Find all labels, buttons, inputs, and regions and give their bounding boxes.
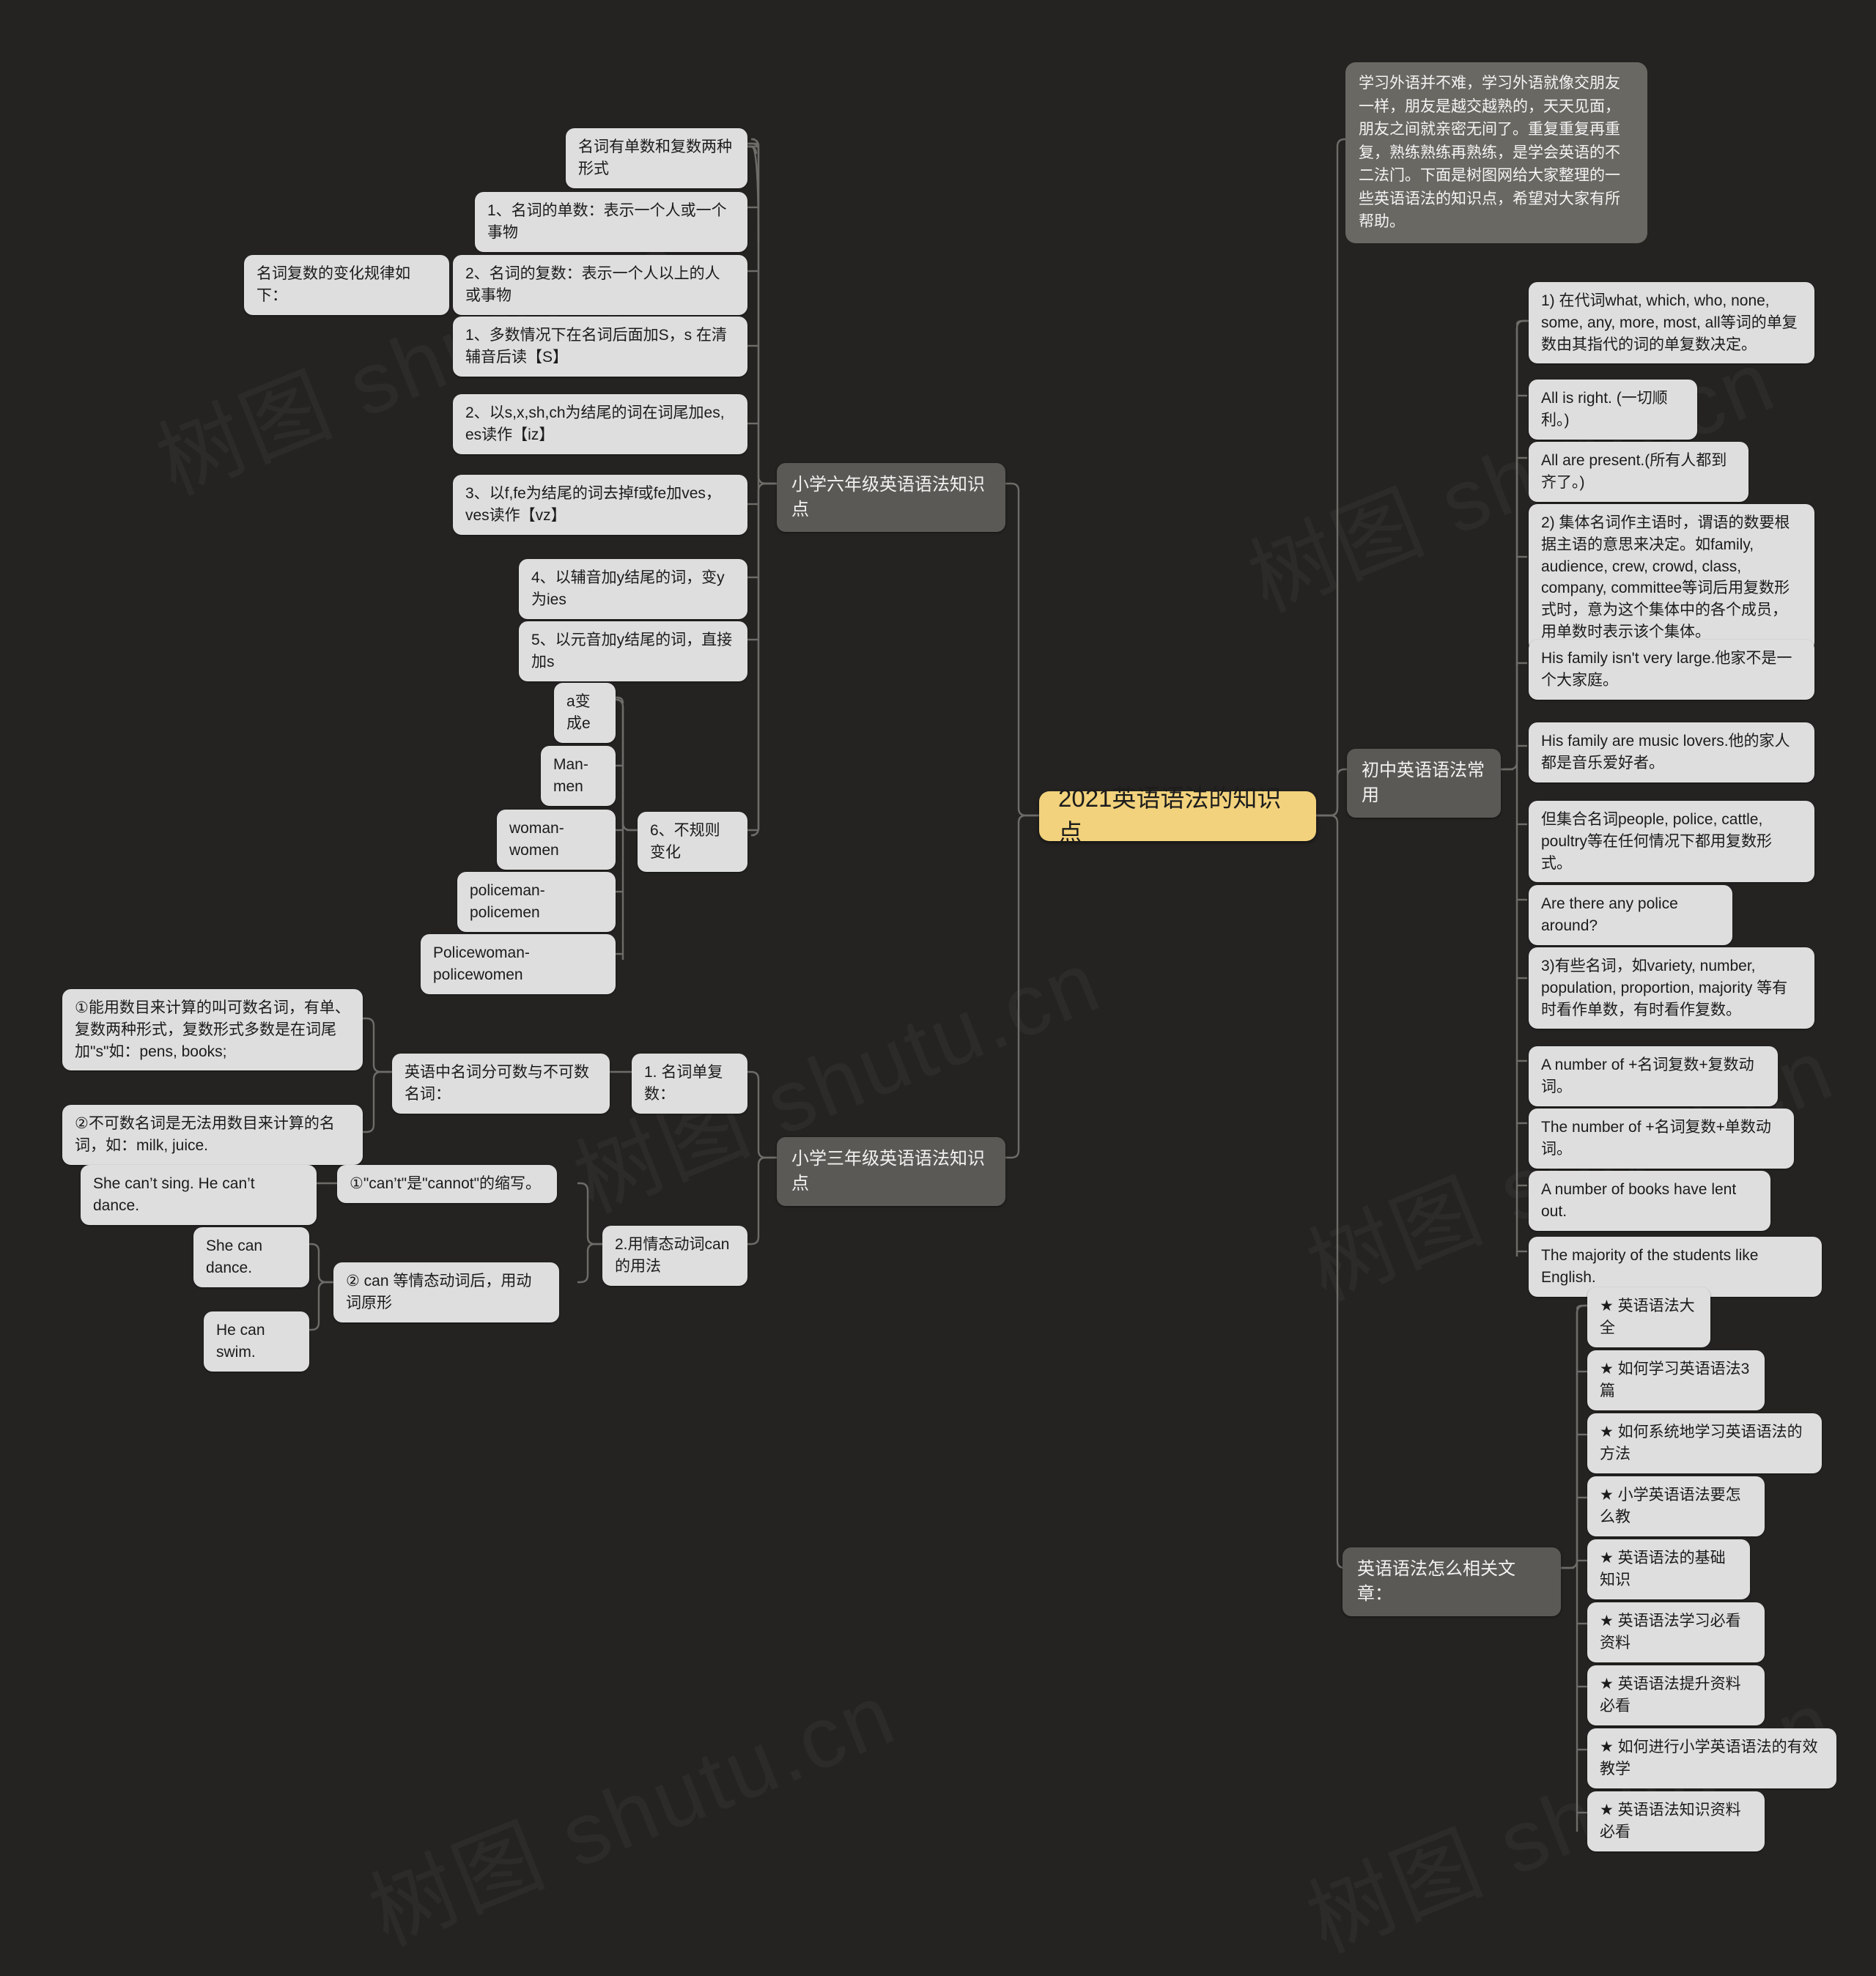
leaf-countable-1[interactable]: ①能用数目来计算的叫可数名词，有单、复数两种形式，复数形式多数是在词尾加"s"如…	[62, 989, 363, 1071]
leaf-cant-contraction[interactable]: ①"can’t"是"cannot"的缩写。	[337, 1165, 557, 1203]
leaf-countable-2[interactable]: ②不可数名词是无法用数目来计算的名词，如：milk, juice.	[62, 1105, 363, 1165]
leaf-grade6-2[interactable]: 2、名词的复数：表示一个人以上的人或事物	[453, 255, 747, 315]
article-item-4[interactable]: ★ 英语语法的基础知识	[1587, 1539, 1750, 1599]
branch-articles[interactable]: 英语语法怎么相关文章：	[1343, 1547, 1561, 1617]
article-item-2[interactable]: ★ 如何系统地学习英语语法的方法	[1587, 1413, 1822, 1473]
leaf-junior-2[interactable]: All are present.(所有人都到齐了。)	[1529, 442, 1748, 502]
leaf-grade6-5[interactable]: 3、以f,fe为结尾的词去掉f或fe加ves，ves读作【vz】	[453, 475, 747, 535]
leaf-irregular-2[interactable]: woman-women	[497, 810, 616, 870]
leaf-junior-3[interactable]: 2) 集体名词作主语时，谓语的数要根据主语的意思来决定。如family, aud…	[1529, 504, 1814, 651]
leaf-grade6-6[interactable]: 4、以辅音加y结尾的词，变y 为ies	[519, 559, 747, 619]
leaf-irregular-4[interactable]: Policewoman-policewomen	[421, 934, 616, 994]
leaf-junior-4[interactable]: His family isn't very large.他家不是一个大家庭。	[1529, 640, 1814, 700]
leaf-junior-6[interactable]: 但集合名词people, police, cattle, poultry等在任何…	[1529, 801, 1814, 883]
leaf-countable-intro[interactable]: 英语中名词分可数与不可数名词：	[392, 1054, 610, 1114]
branch-grade3[interactable]: 小学三年级英语语法知识点	[777, 1137, 1005, 1207]
article-item-6[interactable]: ★ 英语语法提升资料必看	[1587, 1665, 1765, 1725]
leaf-can-example-2[interactable]: He can swim.	[204, 1311, 309, 1372]
leaf-junior-5[interactable]: His family are music lovers.他的家人都是音乐爱好者。	[1529, 722, 1814, 782]
leaf-can-base-form[interactable]: ② can 等情态动词后，用动词原形	[333, 1262, 559, 1322]
leaf-irregular-0[interactable]: a变成e	[554, 683, 616, 743]
article-item-7[interactable]: ★ 如何进行小学英语语法的有效教学	[1587, 1728, 1836, 1788]
leaf-irregular-1[interactable]: Man-men	[541, 746, 616, 806]
leaf-grade6-7[interactable]: 5、以元音加y结尾的词，直接加s	[519, 621, 747, 681]
article-item-1[interactable]: ★ 如何学习英语语法3篇	[1587, 1350, 1765, 1410]
leaf-junior-11[interactable]: A number of books have lent out.	[1529, 1171, 1770, 1231]
leaf-can-example-1[interactable]: She can dance.	[193, 1227, 309, 1287]
leaf-junior-9[interactable]: A number of +名词复数+复数动词。	[1529, 1046, 1778, 1106]
leaf-grade6-4[interactable]: 2、以s,x,sh,ch为结尾的词在词尾加es, es读作【iz】	[453, 394, 747, 454]
branch-junior[interactable]: 初中英语语法常用	[1347, 749, 1501, 818]
leaf-grade6-3[interactable]: 1、多数情况下在名词后面加S，s 在清辅音后读【S】	[453, 317, 747, 377]
leaf-irregular-3[interactable]: policeman-policemen	[457, 872, 616, 932]
article-item-8[interactable]: ★ 英语语法知识资料必看	[1587, 1791, 1765, 1851]
leaf-irregular[interactable]: 6、不规则变化	[638, 812, 747, 872]
article-item-3[interactable]: ★ 小学英语语法要怎么教	[1587, 1476, 1765, 1536]
leaf-cant-example[interactable]: She can’t sing. He can’t dance.	[81, 1165, 317, 1225]
article-item-0[interactable]: ★ 英语语法大全	[1587, 1287, 1710, 1347]
leaf-grade6-1[interactable]: 1、名词的单数：表示一个人或一个事物	[475, 192, 747, 252]
leaf-junior-8[interactable]: 3)有些名词，如variety, number, population, pro…	[1529, 947, 1814, 1029]
leaf-junior-10[interactable]: The number of +名词复数+单数动词。	[1529, 1109, 1794, 1169]
intro-note[interactable]: 学习外语并不难，学习外语就像交朋友一样，朋友是越交越熟的，天天见面，朋友之间就亲…	[1345, 62, 1647, 243]
leaf-junior-1[interactable]: All is right. (一切顺利。)	[1529, 380, 1697, 440]
leaf-can-usage[interactable]: 2.用情态动词can的用法	[602, 1226, 747, 1286]
leaf-plural-rule-intro[interactable]: 名词复数的变化规律如下：	[244, 255, 449, 315]
leaf-junior-7[interactable]: Are there any police around?	[1529, 885, 1732, 945]
leaf-junior-0[interactable]: 1) 在代词what, which, who, none, some, any,…	[1529, 282, 1814, 364]
branch-grade6[interactable]: 小学六年级英语语法知识点	[777, 463, 1005, 533]
root-node[interactable]: 2021英语语法的知识点	[1039, 785, 1316, 846]
leaf-noun-sing-plural[interactable]: 1. 名词单复数：	[632, 1054, 747, 1114]
mindmap-canvas: 树图 shutu.cn 树图 shutu.cn 树图 shutu.cn 树图 s…	[0, 0, 1876, 1873]
leaf-grade6-0[interactable]: 名词有单数和复数两种形式	[566, 128, 747, 188]
article-item-5[interactable]: ★ 英语语法学习必看资料	[1587, 1602, 1765, 1662]
